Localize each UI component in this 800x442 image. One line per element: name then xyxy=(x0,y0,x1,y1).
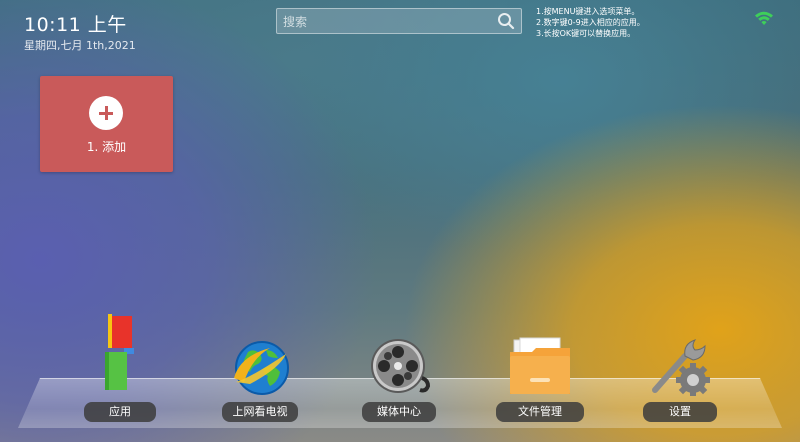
wifi-icon xyxy=(755,11,773,25)
search-input[interactable] xyxy=(281,11,485,33)
hint-line: 3.长按OK键可以替换应用。 xyxy=(536,29,636,38)
usage-hints: 1.按MENU键进入选项菜单。 2.数字键0-9进入相应的应用。 3.长按OK键… xyxy=(536,6,645,39)
dock-item-settings[interactable]: 设置 xyxy=(643,336,717,422)
dock-label: 应用 xyxy=(84,402,156,422)
globe-icon xyxy=(234,341,289,395)
date-display: 星期四,七月 1th,2021 xyxy=(24,39,136,52)
apps-icon xyxy=(105,314,134,390)
add-tile-label: 1. 添加 xyxy=(86,140,127,154)
search-icon[interactable] xyxy=(497,12,515,30)
film-reel-icon xyxy=(371,339,431,393)
settings-gear-icon xyxy=(652,339,710,396)
dock-item-apps[interactable]: 应用 xyxy=(84,310,156,422)
dock-item-internet-tv[interactable]: 上网看电视 xyxy=(222,338,298,422)
add-app-tile[interactable]: 1. 添加 xyxy=(40,76,173,172)
plus-icon xyxy=(89,96,123,130)
dock-label: 上网看电视 xyxy=(222,402,298,422)
search-bar[interactable] xyxy=(276,8,522,34)
dock-item-media-center[interactable]: 媒体中心 xyxy=(362,336,436,422)
dock-label: 设置 xyxy=(643,402,717,422)
dock-label: 媒体中心 xyxy=(362,402,436,422)
folder-icon xyxy=(510,337,570,394)
hint-line: 2.数字键0-9进入相应的应用。 xyxy=(536,18,645,27)
clock-time: 10:11 上午 xyxy=(24,14,127,36)
dock-label: 文件管理 xyxy=(496,402,584,422)
dock-item-file-manager[interactable]: 文件管理 xyxy=(496,336,584,422)
hint-line: 1.按MENU键进入选项菜单。 xyxy=(536,7,640,16)
